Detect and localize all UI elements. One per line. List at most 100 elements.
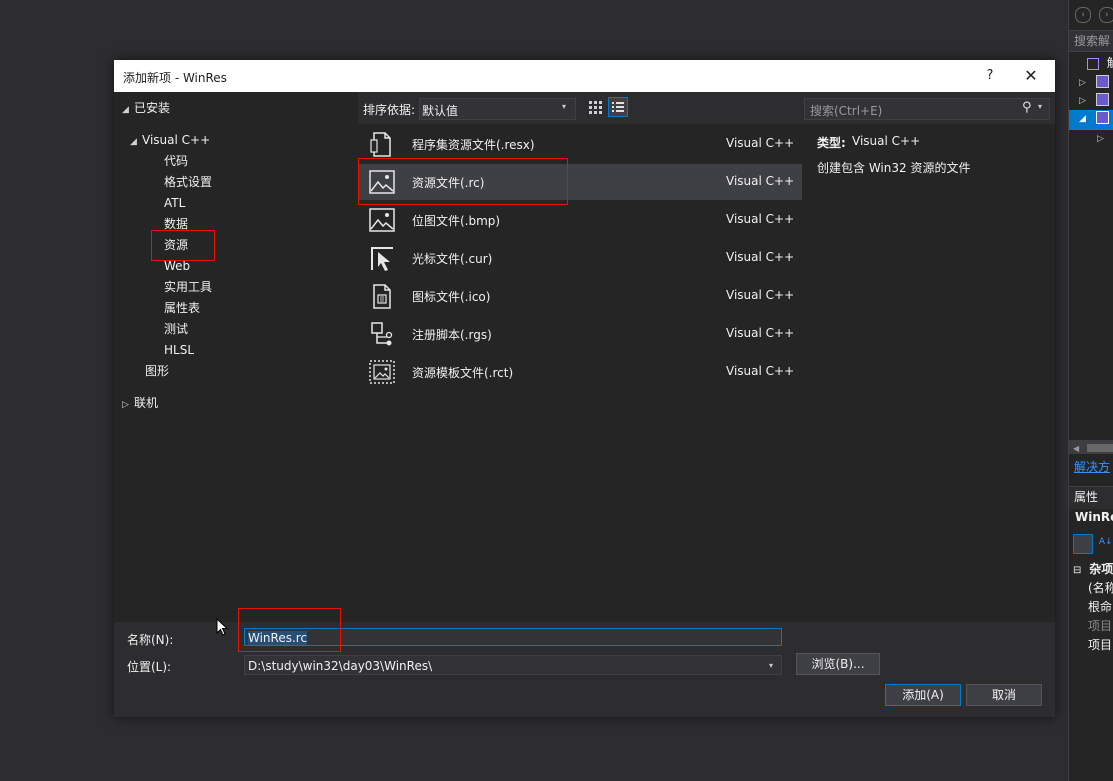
categorized-icon[interactable] bbox=[1073, 534, 1093, 554]
collapse-icon[interactable]: ⊟ bbox=[1073, 565, 1081, 576]
search-placeholder: 搜索(Ctrl+E) bbox=[810, 104, 883, 118]
item-name: 图标文件(.ico) bbox=[412, 290, 491, 304]
property-row[interactable]: 项目 bbox=[1069, 636, 1113, 656]
tree-item-test[interactable]: 测试 bbox=[164, 319, 188, 339]
forward-icon[interactable]: › bbox=[1098, 7, 1113, 23]
tree-online[interactable]: ▷ 联机 bbox=[122, 393, 158, 413]
solution-root-label: 解 bbox=[1106, 56, 1113, 70]
tree-visual-cpp[interactable]: ◢ Visual C++ bbox=[130, 130, 210, 150]
tree-node-child[interactable]: ▷ bbox=[1069, 130, 1113, 150]
tree-item-utility[interactable]: 实用工具 bbox=[164, 277, 212, 297]
item-name: 位图文件(.bmp) bbox=[412, 214, 501, 228]
highlight-box bbox=[238, 608, 341, 652]
small-icons-view-icon[interactable] bbox=[587, 99, 603, 115]
icon-file-icon bbox=[368, 282, 396, 310]
scroll-thumb[interactable] bbox=[1086, 443, 1113, 452]
expand-icon[interactable]: ▷ bbox=[1097, 134, 1104, 144]
tree-node-2[interactable]: ▷ bbox=[1069, 92, 1113, 112]
item-name: 注册脚本(.rgs) bbox=[412, 328, 492, 342]
expand-icon[interactable]: ▷ bbox=[1079, 78, 1086, 88]
property-row[interactable]: 项目 bbox=[1069, 617, 1113, 637]
property-row[interactable]: (名称 bbox=[1069, 579, 1113, 599]
chevron-down-icon: ▾ bbox=[562, 102, 567, 111]
list-item[interactable]: 程序集资源文件(.resx) Visual C++ bbox=[358, 126, 802, 162]
item-language: Visual C++ bbox=[726, 288, 795, 302]
property-name: 根命 bbox=[1088, 600, 1113, 614]
solution-root[interactable]: 解 bbox=[1069, 54, 1113, 74]
list-item[interactable]: 光标文件(.cur) Visual C++ bbox=[358, 240, 802, 276]
item-name: 资源模板文件(.rct) bbox=[412, 366, 514, 380]
item-language: Visual C++ bbox=[726, 250, 795, 264]
type-value: Visual C++ bbox=[852, 134, 921, 148]
description-text: 创建包含 Win32 资源的文件 bbox=[817, 161, 971, 175]
expand-icon[interactable]: ▷ bbox=[1079, 96, 1086, 106]
horizontal-scrollbar[interactable]: ◀ bbox=[1069, 440, 1113, 454]
location-dropdown[interactable]: D:\study\win32\day03\WinRes\ ▾ bbox=[244, 655, 782, 675]
properties-header: 属性 bbox=[1069, 486, 1113, 509]
tree-item-property-sheets[interactable]: 属性表 bbox=[164, 298, 200, 318]
cancel-button[interactable]: 取消 bbox=[966, 684, 1042, 706]
item-toolbar: 排序依据: 默认值 ▾ 搜索(Ctrl+E) ⚲ ▾ bbox=[358, 92, 1055, 124]
dialog-bottom: 名称(N): WinRes.rc 位置(L): D:\study\win32\d… bbox=[114, 608, 1055, 717]
location-label: 位置(L): bbox=[127, 660, 172, 674]
tree-item-graphics[interactable]: 图形 bbox=[145, 361, 169, 381]
properties-object-name: WinRe bbox=[1075, 510, 1113, 524]
tree-item-code[interactable]: 代码 bbox=[164, 151, 188, 171]
back-icon[interactable]: ‹ bbox=[1075, 7, 1091, 23]
resource-template-icon bbox=[368, 358, 396, 386]
cursor-file-icon bbox=[368, 244, 396, 272]
properties-object[interactable]: WinRe bbox=[1069, 510, 1113, 530]
project-icon bbox=[1095, 93, 1109, 106]
dialog-titlebar: 添加新项 - WinRes ? ✕ bbox=[114, 60, 1055, 92]
item-language: Visual C++ bbox=[726, 326, 795, 340]
list-item[interactable]: 资源模板文件(.rct) Visual C++ bbox=[358, 354, 802, 390]
tree-item-hlsl[interactable]: HLSL bbox=[164, 340, 194, 360]
alphabetical-icon[interactable]: A↓ bbox=[1099, 537, 1113, 551]
properties-category[interactable]: ⊟ 杂项 bbox=[1069, 560, 1113, 580]
chevron-down-icon[interactable]: ▾ bbox=[1038, 102, 1042, 111]
search-icon[interactable]: ⚲ bbox=[1022, 100, 1032, 115]
close-button[interactable]: ✕ bbox=[1021, 66, 1041, 86]
tree-item-atl[interactable]: ATL bbox=[164, 193, 185, 213]
properties-toolbar: A↓ bbox=[1069, 534, 1113, 556]
solution-search-input[interactable]: 搜索解 bbox=[1069, 30, 1113, 52]
tree-item-formatting[interactable]: 格式设置 bbox=[164, 172, 212, 192]
type-label: 类型: bbox=[817, 136, 846, 150]
highlight-box bbox=[151, 230, 215, 261]
properties-category-label: 杂项 bbox=[1089, 562, 1113, 576]
collapse-icon[interactable]: ◢ bbox=[122, 100, 134, 120]
list-item[interactable]: 位图文件(.bmp) Visual C++ bbox=[358, 202, 802, 238]
list-item[interactable]: 图标文件(.ico) Visual C++ bbox=[358, 278, 802, 314]
solution-explorer-tab[interactable]: 解决方 bbox=[1069, 458, 1113, 478]
tree-installed[interactable]: ◢ 已安装 bbox=[122, 98, 170, 118]
scroll-left-icon[interactable]: ◀ bbox=[1073, 444, 1079, 453]
collapse-icon[interactable]: ◢ bbox=[130, 132, 142, 152]
sort-dropdown[interactable]: 默认值 ▾ bbox=[419, 98, 576, 120]
solution-explorer-tab-label: 解决方 bbox=[1074, 460, 1111, 474]
item-language: Visual C++ bbox=[726, 174, 795, 188]
add-button[interactable]: 添加(A) bbox=[885, 684, 961, 706]
list-view-icon[interactable] bbox=[608, 97, 628, 117]
sort-value: 默认值 bbox=[422, 104, 459, 118]
item-language: Visual C++ bbox=[726, 364, 795, 378]
browse-button[interactable]: 浏览(B)... bbox=[796, 653, 880, 675]
item-name: 程序集资源文件(.resx) bbox=[412, 138, 535, 152]
registry-script-icon bbox=[368, 320, 396, 348]
property-row[interactable]: 根命 bbox=[1069, 598, 1113, 618]
help-button[interactable]: ? bbox=[980, 66, 1000, 86]
tree-node-selected[interactable]: ◢ bbox=[1069, 110, 1113, 130]
category-tree: ◢ 已安装 ◢ Visual C++ 代码 格式设置 ATL 数据 资源 Web 实… bbox=[114, 92, 358, 622]
list-item[interactable]: 注册脚本(.rgs) Visual C++ bbox=[358, 316, 802, 352]
template-search-input[interactable]: 搜索(Ctrl+E) ⚲ ▾ bbox=[804, 98, 1050, 120]
expand-icon[interactable]: ▷ bbox=[122, 395, 134, 415]
tree-online-label: 联机 bbox=[134, 396, 159, 410]
resx-file-icon bbox=[368, 130, 396, 158]
nav-buttons: ‹ › bbox=[1069, 6, 1113, 26]
property-name: (名称 bbox=[1088, 581, 1113, 595]
chevron-down-icon[interactable]: ▾ bbox=[769, 656, 773, 676]
collapse-icon[interactable]: ◢ bbox=[1079, 114, 1086, 124]
item-template-list: 程序集资源文件(.resx) Visual C++ 资源文件(.rc) Visu… bbox=[358, 124, 802, 622]
tree-node-1[interactable]: ▷ bbox=[1069, 74, 1113, 94]
property-name: 项目 bbox=[1088, 619, 1113, 633]
solution-explorer-panel: ‹ › 搜索解 解 ▷ ▷ ◢ ▷ ◀ 解决方 属性 WinRe A↓ ⊟ 杂项 bbox=[1068, 0, 1113, 781]
